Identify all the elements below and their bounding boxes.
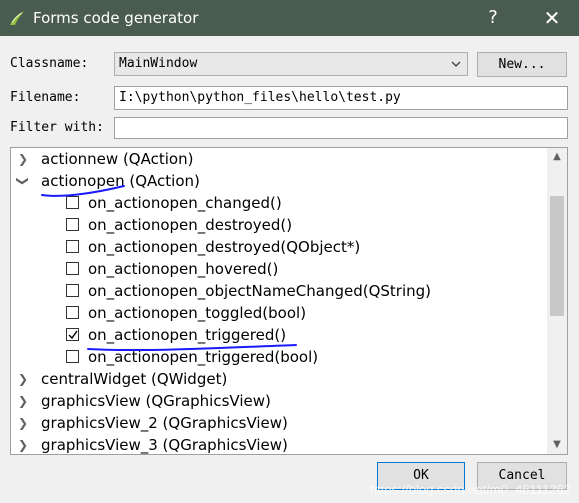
window-title: Forms code generator: [33, 9, 199, 27]
chevron-right-icon[interactable]: ❯: [17, 148, 29, 170]
tree-item-actionnew[interactable]: ❯ actionnew (QAction): [11, 148, 547, 170]
slot-item-toggled[interactable]: on_actionopen_toggled(bool): [11, 302, 547, 324]
chevron-right-icon[interactable]: ❯: [17, 390, 29, 412]
chevron-right-icon[interactable]: ❯: [17, 412, 29, 434]
slot-label: on_actionopen_destroyed(): [88, 216, 293, 234]
slot-checkbox[interactable]: [66, 196, 79, 209]
tree-item-centralwidget[interactable]: ❯ centralWidget (QWidget): [11, 368, 547, 390]
tree-item-label: actionnew (QAction): [41, 150, 194, 168]
scroll-up-icon[interactable]: ▲: [547, 148, 567, 166]
scroll-down-icon[interactable]: ▼: [547, 436, 567, 454]
tree-item-graphicsview-3[interactable]: ❯ graphicsView_3 (QGraphicsView): [11, 434, 547, 454]
help-button[interactable]: ?: [471, 0, 515, 36]
slot-label: on_actionopen_objectNameChanged(QString): [88, 282, 431, 300]
close-icon: ✕: [543, 6, 561, 30]
slot-item-destroyed[interactable]: on_actionopen_destroyed(): [11, 214, 547, 236]
watermark-text: https://blog.csdn.net/m0_46111262: [369, 482, 571, 497]
slot-checkbox[interactable]: [66, 218, 79, 231]
help-icon: ?: [488, 7, 498, 28]
chevron-right-icon[interactable]: ❯: [17, 368, 29, 390]
tree-item-label: graphicsView_3 (QGraphicsView): [41, 436, 288, 454]
tree-item-graphicsview-2[interactable]: ❯ graphicsView_2 (QGraphicsView): [11, 412, 547, 434]
classname-label: Classname:: [10, 56, 89, 71]
slot-item-objectnamechanged[interactable]: on_actionopen_objectNameChanged(QString): [11, 280, 547, 302]
slot-checkbox[interactable]: [66, 350, 79, 363]
slot-checkbox[interactable]: [66, 284, 79, 297]
slot-checkbox[interactable]: [66, 240, 79, 253]
slot-item-triggered[interactable]: on_actionopen_triggered(): [11, 324, 547, 346]
app-icon: [10, 11, 24, 25]
slot-item-triggered-bool[interactable]: on_actionopen_triggered(bool): [11, 346, 547, 368]
tree-item-label: actionopen (QAction): [41, 172, 200, 190]
classname-value: MainWindow: [119, 56, 198, 71]
filename-label: Filename:: [10, 90, 81, 105]
slot-label: on_actionopen_triggered(bool): [88, 348, 319, 366]
chevron-down-icon[interactable]: ❯: [12, 175, 34, 187]
checkmark-icon: [68, 330, 78, 340]
new-class-button[interactable]: New...: [477, 52, 567, 77]
slot-item-destroyed-qobject[interactable]: on_actionopen_destroyed(QObject*): [11, 236, 547, 258]
slot-label: on_actionopen_triggered(): [88, 326, 287, 344]
slot-item-hovered[interactable]: on_actionopen_hovered(): [11, 258, 547, 280]
slot-label: on_actionopen_destroyed(QObject*): [88, 238, 361, 256]
filter-label: Filter with:: [10, 120, 104, 135]
close-button[interactable]: ✕: [530, 0, 574, 36]
classname-combobox[interactable]: MainWindow: [114, 52, 468, 76]
chevron-down-icon: [451, 61, 461, 67]
slot-checkbox[interactable]: [66, 306, 79, 319]
title-bar: Forms code generator ? ✕: [0, 0, 579, 36]
vertical-scrollbar[interactable]: ▲ ▼: [547, 148, 567, 454]
slot-label: on_actionopen_toggled(bool): [88, 304, 307, 322]
tree-item-actionopen[interactable]: ❯ actionopen (QAction): [11, 170, 547, 192]
filename-input[interactable]: I:\python\python_files\hello\test.py: [114, 86, 568, 110]
slot-item-changed[interactable]: on_actionopen_changed(): [11, 192, 547, 214]
signal-tree[interactable]: ❯ actionnew (QAction) ❯ actionopen (QAct…: [10, 147, 568, 455]
slot-label: on_actionopen_hovered(): [88, 260, 279, 278]
slot-checkbox[interactable]: [66, 262, 79, 275]
tree-item-label: graphicsView_2 (QGraphicsView): [41, 414, 288, 432]
tree-item-graphicsview[interactable]: ❯ graphicsView (QGraphicsView): [11, 390, 547, 412]
slot-label: on_actionopen_changed(): [88, 194, 282, 212]
filter-input[interactable]: [114, 117, 568, 139]
scroll-thumb[interactable]: [550, 196, 564, 316]
tree-item-label: centralWidget (QWidget): [41, 370, 228, 388]
chevron-right-icon[interactable]: ❯: [17, 434, 29, 454]
slot-checkbox-checked[interactable]: [66, 328, 79, 341]
tree-item-label: graphicsView (QGraphicsView): [41, 392, 271, 410]
